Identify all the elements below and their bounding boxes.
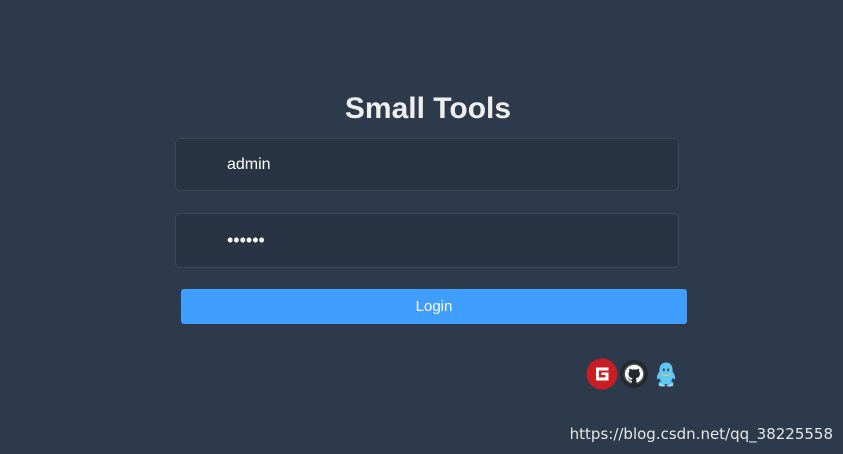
page-title: Small Tools [344, 92, 512, 125]
watermark-url: https://blog.csdn.net/qq_38225558 [569, 425, 833, 443]
login-button[interactable]: Login [181, 289, 687, 324]
username-input[interactable] [176, 139, 678, 190]
social-login-icons [586, 358, 682, 390]
qq-icon[interactable] [650, 358, 682, 390]
password-field-wrapper [175, 213, 679, 268]
github-icon[interactable] [618, 358, 650, 390]
password-input[interactable] [176, 214, 678, 267]
username-field-wrapper [175, 138, 679, 191]
gitee-icon[interactable] [586, 358, 618, 390]
